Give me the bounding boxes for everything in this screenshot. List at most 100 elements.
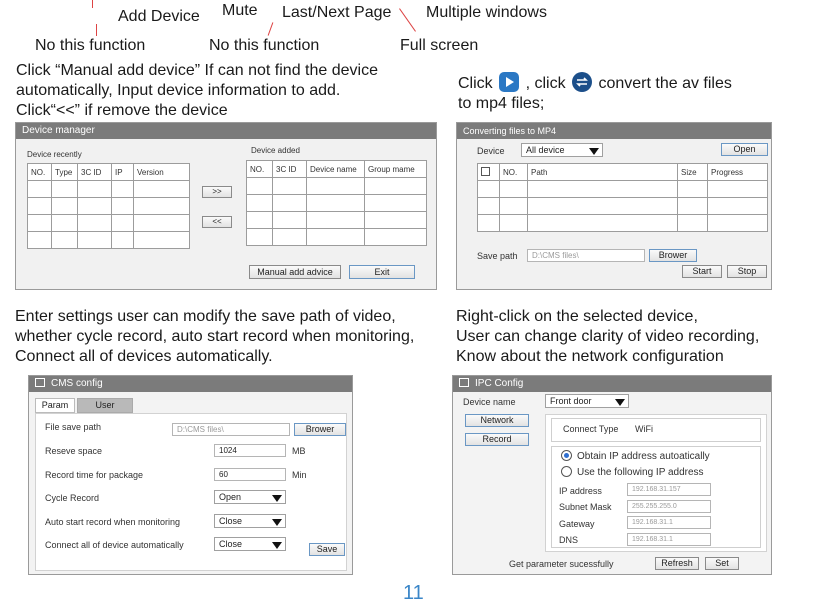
leader-line — [399, 8, 416, 32]
connect-all-select[interactable]: Close — [214, 537, 286, 551]
table-row[interactable] — [477, 180, 768, 198]
record-time-input[interactable]: 60 — [214, 468, 286, 481]
column-header: Device name — [306, 160, 365, 178]
column-header: Path — [527, 163, 678, 181]
table-row[interactable] — [27, 197, 190, 215]
play-icon — [499, 72, 520, 92]
cycle-record-select[interactable]: Open — [214, 490, 286, 504]
gateway-field[interactable]: 192.168.31.1 — [627, 516, 711, 529]
table-row[interactable] — [27, 231, 190, 249]
open-button[interactable]: Open — [721, 143, 768, 156]
exit-button[interactable]: Exit — [349, 265, 415, 279]
instruction-line: Enter settings user can modify the save … — [15, 308, 396, 325]
file-save-path-field[interactable]: D:\CMS files\ — [172, 423, 290, 436]
network-tab-button[interactable]: Network — [465, 414, 529, 427]
column-header: Group mame — [364, 160, 427, 178]
recent-devices-table[interactable]: NO. Type 3C ID IP Version — [27, 163, 190, 249]
auto-start-select[interactable]: Close — [214, 514, 286, 528]
remove-from-list-button[interactable]: << — [202, 216, 232, 228]
table-row[interactable] — [246, 211, 427, 229]
window-title-text: IPC Config — [475, 378, 524, 389]
instruction-line: automatically, Input device information … — [16, 82, 341, 99]
instruction-line: Connect all of devices automatically. — [15, 348, 273, 365]
subnet-mask-field[interactable]: 255.255.255.0 — [627, 500, 711, 513]
save-path-label: Save path — [477, 251, 518, 261]
connect-type-value: WiFi — [635, 424, 653, 434]
table-row[interactable] — [27, 214, 190, 232]
column-header: IP — [111, 163, 134, 181]
window-icon — [459, 378, 469, 387]
radio-auto-label: Obtain IP address autoatically — [577, 451, 710, 462]
connect-all-label: Connect all of device automatically — [45, 540, 184, 550]
reserve-space-input[interactable]: 1024 — [214, 444, 286, 457]
ip-address-field[interactable]: 192.168.31.157 — [627, 483, 711, 496]
radio-manual-ip[interactable] — [561, 466, 572, 477]
stop-button[interactable]: Stop — [727, 265, 767, 278]
reserve-unit: MB — [292, 446, 306, 456]
window-title: Converting files to MP4 — [457, 123, 771, 139]
no-function-label-1: No this function — [35, 37, 146, 54]
refresh-button[interactable]: Refresh — [655, 557, 699, 570]
instruction-line: whether cycle record, auto start record … — [15, 328, 415, 345]
radio-auto-ip[interactable] — [561, 450, 572, 461]
record-tab-button[interactable]: Record — [465, 433, 529, 446]
convert-files-table[interactable]: NO. Path Size Progress — [477, 163, 768, 232]
convert-icon — [572, 72, 593, 92]
manual-add-button[interactable]: Manual add advice — [249, 265, 341, 279]
table-header-row: NO. 3C ID Device name Group mame — [246, 160, 427, 178]
tab-param[interactable]: Param — [35, 398, 75, 413]
tab-user[interactable]: User — [77, 398, 133, 413]
dropdown-arrow-icon — [589, 148, 599, 155]
convert-instructions: Click , click convert the av files to mp… — [458, 72, 732, 114]
select-value: Close — [219, 516, 243, 526]
table-row[interactable] — [246, 194, 427, 212]
device-recently-label: Device recently — [27, 150, 82, 159]
instruction-text: , click — [525, 75, 566, 92]
device-select[interactable]: All device — [521, 143, 603, 157]
page-number: 11 — [403, 582, 424, 604]
dropdown-arrow-icon — [615, 399, 625, 406]
subnet-mask-label: Subnet Mask — [559, 502, 612, 512]
instruction-text: Click — [458, 75, 493, 92]
leader-line — [92, 0, 93, 8]
table-row[interactable] — [246, 177, 427, 195]
last-next-page-label: Last/Next Page — [282, 4, 392, 21]
connect-type-label: Connect Type — [563, 424, 619, 434]
ipc-config-window: IPC Config Device name Front door Networ… — [452, 375, 772, 575]
instruction-line: Click “Manual add device” If can not fin… — [16, 62, 378, 79]
column-header: NO. — [27, 163, 52, 181]
file-save-path-label: File save path — [45, 422, 102, 432]
instruction-text: to mp4 files; — [458, 95, 545, 112]
added-devices-table[interactable]: NO. 3C ID Device name Group mame — [246, 160, 427, 246]
table-row[interactable] — [477, 214, 768, 232]
save-path-field[interactable]: D:\CMS files\ — [527, 249, 645, 262]
dropdown-arrow-icon — [272, 519, 282, 526]
multiple-windows-label: Multiple windows — [426, 4, 547, 21]
add-to-list-button[interactable]: >> — [202, 186, 232, 198]
select-all-cell[interactable] — [477, 163, 500, 181]
start-button[interactable]: Start — [682, 265, 722, 278]
device-manager-instructions: Click “Manual add device” If can not fin… — [16, 61, 378, 121]
rightclick-instructions: Right-click on the selected device, User… — [456, 307, 759, 367]
device-select-value: All device — [526, 145, 565, 155]
select-value: Front door — [550, 396, 592, 406]
checkbox-icon[interactable] — [481, 166, 490, 176]
dns-field[interactable]: 192.168.31.1 — [627, 533, 711, 546]
device-name-label: Device name — [463, 397, 516, 407]
table-row[interactable] — [477, 197, 768, 215]
device-manager-window: Device manager Device recently Device ad… — [15, 122, 437, 290]
column-header: Size — [677, 163, 708, 181]
full-screen-label: Full screen — [400, 37, 479, 54]
device-name-select[interactable]: Front door — [545, 394, 629, 408]
browse-button[interactable]: Brower — [649, 249, 697, 262]
table-row[interactable] — [246, 228, 427, 246]
save-button[interactable]: Save — [309, 543, 345, 556]
dropdown-arrow-icon — [272, 542, 282, 549]
instruction-line: Click“<<” if remove the device — [16, 102, 228, 119]
browse-button[interactable]: Brower — [294, 423, 346, 436]
table-row[interactable] — [27, 180, 190, 198]
instruction-line: Right-click on the selected device, — [456, 308, 698, 325]
column-header: NO. — [499, 163, 528, 181]
set-button[interactable]: Set — [705, 557, 739, 570]
column-header: Version — [133, 163, 190, 181]
